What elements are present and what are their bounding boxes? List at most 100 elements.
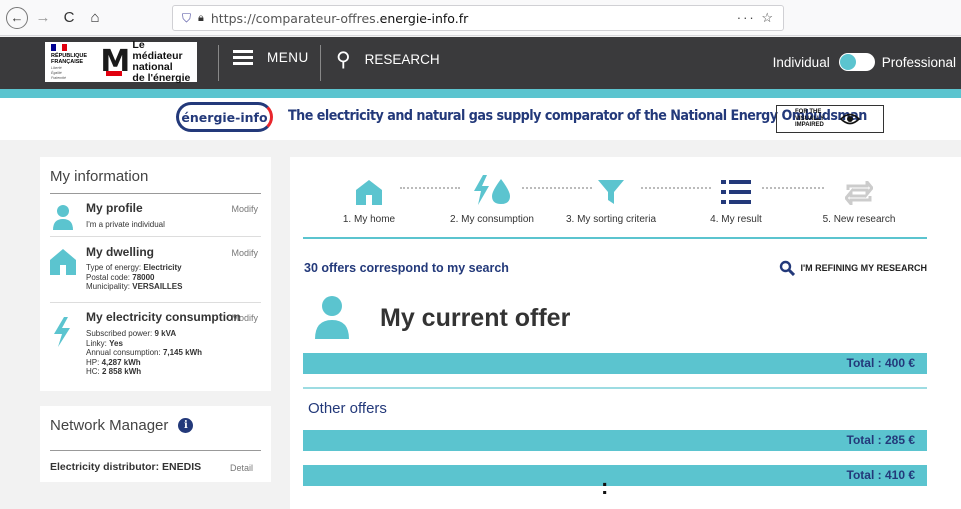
step-sorting-criteria[interactable]: 3. My sorting criteria [556, 175, 666, 225]
detail-value: 2 858 kWh [102, 367, 142, 376]
divider [50, 450, 261, 451]
more-offers-icon[interactable]: : [601, 476, 608, 498]
my-information-title: My information [50, 168, 149, 185]
electricity-distributor: Electricity distributor: ENEDIS [50, 461, 202, 473]
repeat-icon [845, 181, 873, 205]
toggle-professional-label[interactable]: Professional [882, 55, 956, 70]
detail-label: Subscribed power: [86, 329, 155, 338]
distributor-detail-link[interactable]: Detail [230, 463, 253, 473]
dwelling-postal-line: Postal code: 78000 [86, 273, 182, 283]
hamburger-icon [233, 47, 253, 68]
step-icon-wrap [556, 175, 666, 205]
vi-line-3: IMPAIRED [795, 122, 824, 129]
funnel-icon [598, 180, 624, 204]
menu-button[interactable]: MENU [233, 47, 309, 68]
republique-line-2: FRANÇAISE [51, 59, 84, 65]
my-profile-row: My profile Modify I'm a private individu… [50, 201, 261, 237]
network-manager-heading: Network Manager i [50, 417, 194, 434]
my-information-card: My information My profile Modify I'm a p… [40, 157, 271, 391]
my-dwelling-row: My dwelling Modify Type of energy: Elect… [50, 245, 261, 303]
steps-divider [303, 237, 927, 239]
url-text[interactable]: https://comparateur-offres.energie-info.… [211, 11, 468, 26]
user-icon [53, 205, 73, 230]
step-icon-wrap [681, 175, 791, 205]
modify-profile-link[interactable]: Modify [231, 204, 258, 214]
menu-label: MENU [267, 50, 309, 65]
refine-label: I'M REFINING MY RESEARCH [800, 263, 927, 273]
offers-count: 30 offers correspond to my search [304, 261, 509, 275]
detail-label: Annual consumption: [86, 348, 163, 357]
current-offer-title: My current offer [380, 303, 571, 332]
detail-value: VERSAILLES [132, 282, 183, 291]
motto-line-2: Égalité [51, 71, 62, 75]
tracking-shield-icon[interactable]: ⛉ [182, 11, 191, 26]
home-icon [50, 249, 76, 275]
info-icon[interactable]: i [178, 418, 194, 433]
list-icon [721, 180, 751, 204]
url-prefix: https://comparateur-offres. [210, 10, 380, 26]
consumption-annual-line: Annual consumption: 7,145 kWh [86, 348, 202, 358]
dwelling-municipality-line: Municipality: VERSAILLES [86, 282, 182, 292]
page-actions-icon[interactable]: ··· ☆ [737, 10, 775, 26]
detail-value: Yes [109, 338, 123, 348]
offer-total-bar[interactable]: Total : 285 € [303, 430, 927, 451]
mediateur-logo[interactable]: RÉPUBLIQUE FRANÇAISE Liberté Égalité Fra… [45, 40, 197, 84]
current-offer-total-bar[interactable]: Total : 400 € [303, 353, 927, 374]
visually-impaired-button[interactable]: FOR THE VISUALLY IMPAIRED [776, 105, 884, 133]
offer-total-bar[interactable]: Total : 410 € [303, 465, 927, 486]
step-new-research[interactable]: 5. New research [804, 175, 914, 225]
search-icon: ⚲ [336, 49, 351, 71]
profile-type-toggle[interactable]: Individual Professional [773, 53, 956, 71]
browser-toolbar: ← → C ⌂ ⛉ 🔒︎ https://comparateur-offres.… [0, 0, 961, 36]
dwelling-energy-line: Type of energy: Electricity [86, 263, 182, 273]
modify-consumption-link[interactable]: Modify [231, 313, 258, 323]
consumption-details: Subscribed power: 9 kVA Linky: Yes Annua… [86, 329, 202, 377]
vi-line-1: FOR THE [795, 109, 822, 116]
republique-francaise-logo: RÉPUBLIQUE FRANÇAISE Liberté Égalité Fra… [45, 44, 100, 80]
back-arrow-icon[interactable]: ← [6, 6, 28, 29]
detail-label: HP: [86, 357, 102, 367]
refine-research-link[interactable]: I'M REFINING MY RESEARCH [779, 260, 927, 276]
research-label: RESEARCH [364, 52, 440, 67]
results-panel: 1. My home 2. My consumption 3. My sorti… [290, 157, 961, 509]
home-button-icon[interactable]: ⌂ [84, 7, 106, 29]
eye-icon [840, 113, 861, 125]
detail-value: 9 kVA [154, 329, 177, 338]
dwelling-details: Type of energy: Electricity Postal code:… [86, 263, 182, 292]
step-my-result[interactable]: 4. My result [681, 175, 791, 225]
detail-label: Municipality: [86, 282, 133, 291]
consumption-linky-line: Linky: Yes [86, 339, 202, 349]
toggle-individual-label[interactable]: Individual [773, 55, 830, 70]
address-bar[interactable]: ⛉ 🔒︎ https://comparateur-offres.energie-… [172, 5, 784, 31]
network-manager-title: Network Manager [50, 417, 169, 434]
step-my-home[interactable]: 1. My home [314, 175, 424, 225]
consumption-power-line: Subscribed power: 9 kVA [86, 329, 202, 339]
lock-icon[interactable]: 🔒︎ [198, 12, 204, 25]
toggle-switch[interactable] [838, 53, 875, 71]
step-label: 5. New research [822, 214, 896, 225]
my-consumption-row: My electricity consumption Modify Subscr… [50, 310, 261, 386]
mediateur-line-3: de l'énergie [132, 72, 191, 84]
energie-info-logo[interactable]: énergie-info [176, 102, 273, 132]
header-divider [218, 45, 219, 81]
modify-dwelling-link[interactable]: Modify [231, 248, 258, 258]
my-consumption-title: My electricity consumption [86, 310, 241, 324]
reload-icon[interactable]: C [58, 7, 80, 29]
detail-value: 7,145 kWh [162, 348, 203, 357]
consumption-hp-line: HP: 4,287 kWh [86, 358, 202, 368]
user-icon [315, 296, 349, 339]
step-icon-wrap [437, 175, 547, 205]
site-header: RÉPUBLIQUE FRANÇAISE Liberté Égalité Fra… [0, 37, 961, 89]
network-manager-card: Network Manager i Electricity distributo… [40, 406, 271, 482]
detail-label: Type of energy: [86, 263, 144, 272]
step-label: 1. My home [342, 214, 396, 225]
other-offers-title: Other offers [308, 400, 387, 417]
toggle-knob [839, 54, 856, 70]
research-button[interactable]: ⚲ RESEARCH [336, 47, 440, 72]
step-label: 2. My consumption [450, 214, 534, 225]
detail-label: Postal code: [86, 272, 133, 282]
detail-value: 78000 [132, 272, 155, 282]
step-my-consumption[interactable]: 2. My consumption [437, 175, 547, 225]
step-icon-wrap [314, 175, 424, 205]
forward-arrow-icon[interactable]: → [32, 7, 54, 29]
